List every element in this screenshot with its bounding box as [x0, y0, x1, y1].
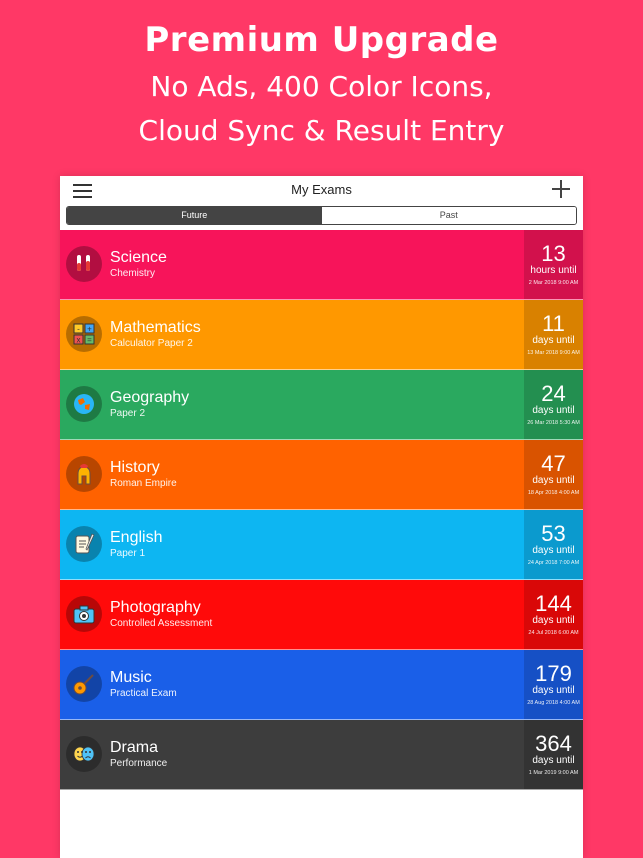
countdown-unit: days until: [532, 755, 575, 766]
countdown-number: 53: [541, 521, 566, 546]
exam-row-mathematics[interactable]: - + x = Mathematics Calculator Paper 2 11 days …: [60, 300, 583, 370]
app-screen: My Exams Future Past Science Chemistry 13 h…: [60, 176, 583, 858]
globe-icon: [66, 386, 102, 422]
countdown-box: 364 days until 1 Mar 2019 9:00 AM: [524, 720, 583, 789]
page-title: My Exams: [291, 182, 352, 197]
plus-icon[interactable]: [552, 180, 570, 198]
countdown-number: 364: [535, 731, 572, 756]
exam-subject: English: [110, 529, 163, 546]
countdown-unit: days until: [532, 545, 575, 556]
countdown-number: 11: [542, 311, 565, 336]
exam-row-science[interactable]: Science Chemistry 13 hours until 2 Mar 2018 …: [60, 230, 583, 300]
countdown-unit: days until: [532, 405, 575, 416]
future-past-segmented-control: Future Past: [66, 206, 577, 225]
countdown-unit: days until: [532, 475, 575, 486]
flask-icon: [66, 246, 102, 282]
countdown-box: 53 days until 24 Apr 2018 7:00 AM: [524, 510, 583, 579]
countdown-number: 144: [535, 591, 572, 616]
countdown-box: 24 days until 26 Mar 2018 5:30 AM: [524, 370, 583, 439]
countdown-box: 13 hours until 2 Mar 2018 9:00 AM: [524, 230, 583, 299]
svg-text:-: -: [77, 325, 80, 334]
countdown-unit: hours until: [530, 265, 577, 276]
promo-line-2: Cloud Sync & Result Entry: [138, 114, 505, 147]
countdown-number: 179: [535, 661, 572, 686]
countdown-unit: days until: [532, 335, 575, 346]
exam-row-photography[interactable]: Photography Controlled Assessment 144 days …: [60, 580, 583, 650]
countdown-unit: days until: [532, 615, 575, 626]
exam-paper: Controlled Assessment: [110, 618, 213, 629]
segment-future[interactable]: Future: [67, 207, 322, 224]
roman-helmet-icon: [66, 456, 102, 492]
exam-row-history[interactable]: History Roman Empire 47 days until 18 Apr 20…: [60, 440, 583, 510]
navigation-bar: My Exams: [60, 176, 583, 206]
promo-line-1: No Ads, 400 Color Icons,: [150, 70, 493, 103]
calculator-icon: - + x =: [66, 316, 102, 352]
exam-row-drama[interactable]: Drama Performance 364 days until 1 Mar 2019 …: [60, 720, 583, 790]
exam-paper: Calculator Paper 2: [110, 338, 193, 349]
exam-paper: Chemistry: [110, 268, 156, 279]
exam-date: 18 Apr 2018 4:00 AM: [527, 490, 580, 496]
countdown-box: 47 days until 18 Apr 2018 4:00 AM: [524, 440, 583, 509]
exam-subject: Mathematics: [110, 319, 201, 336]
svg-text:x: x: [77, 336, 81, 345]
guitar-icon: [66, 666, 102, 702]
exam-date: 1 Mar 2019 9:00 AM: [528, 770, 579, 776]
exam-subject: Drama: [110, 739, 159, 756]
countdown-unit: days until: [532, 685, 575, 696]
exam-subject: Photography: [110, 599, 201, 616]
exam-list: Science Chemistry 13 hours until 2 Mar 2018 …: [60, 230, 583, 790]
exam-paper: Paper 2: [110, 408, 146, 419]
exam-date: 2 Mar 2018 9:00 AM: [528, 280, 579, 286]
countdown-number: 24: [541, 381, 566, 406]
exam-paper: Roman Empire: [110, 478, 177, 489]
countdown-box: 179 days until 28 Aug 2018 4:00 AM: [524, 650, 583, 719]
countdown-number: 13: [541, 241, 566, 266]
exam-row-music[interactable]: Music Practical Exam 179 days until 28 Aug 2…: [60, 650, 583, 720]
exam-subject: Music: [110, 669, 152, 686]
exam-paper: Paper 1: [110, 548, 146, 559]
segment-past[interactable]: Past: [321, 207, 576, 224]
exam-date: 13 Mar 2018 9:00 AM: [527, 350, 580, 356]
countdown-number: 47: [541, 451, 566, 476]
theatre-masks-icon: [66, 736, 102, 772]
countdown-box: 11 days until 13 Mar 2018 9:00 AM: [524, 300, 583, 369]
exam-date: 28 Aug 2018 4:00 AM: [527, 700, 580, 706]
exam-subject: Science: [110, 249, 167, 266]
exam-date: 26 Mar 2018 5:30 AM: [527, 420, 580, 426]
exam-paper: Performance: [110, 758, 168, 769]
svg-text:+: +: [87, 325, 92, 334]
promo-title: Premium Upgrade: [144, 20, 499, 60]
camera-icon: [66, 596, 102, 632]
scroll-quill-icon: [66, 526, 102, 562]
svg-text:=: =: [87, 336, 92, 345]
exam-row-geography[interactable]: Geography Paper 2 24 days until 26 Mar 2018 …: [60, 370, 583, 440]
exam-subject: History: [110, 459, 160, 476]
exam-date: 24 Apr 2018 7:00 AM: [527, 560, 580, 566]
exam-paper: Practical Exam: [110, 688, 177, 699]
exam-row-english[interactable]: English Paper 1 53 days until 24 Apr 2018 7:…: [60, 510, 583, 580]
countdown-box: 144 days until 24 Jul 2018 6:00 AM: [524, 580, 583, 649]
exam-subject: Geography: [110, 389, 190, 406]
exam-date: 24 Jul 2018 6:00 AM: [528, 630, 579, 636]
